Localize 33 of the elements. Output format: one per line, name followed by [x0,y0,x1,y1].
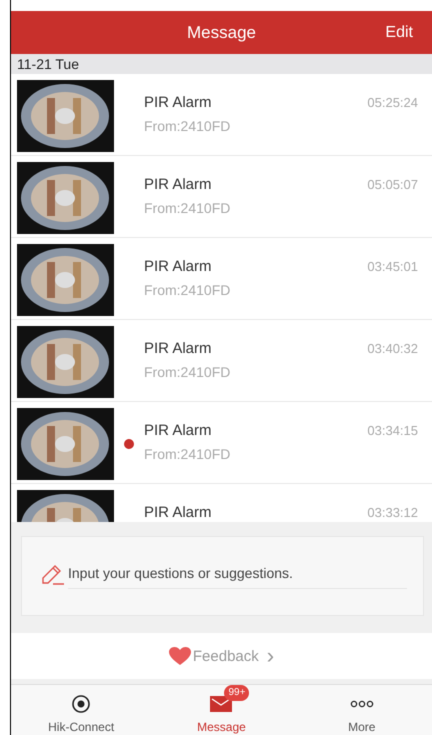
message-time: 05:05:07 [367,176,418,192]
message-time: 03:34:15 [367,422,418,438]
message-source: From:2410FD [144,200,232,216]
tab-item[interactable]: 99+ Message [151,685,292,735]
message-time: 03:45:01 [367,258,418,274]
heart-icon [168,646,191,666]
message-title: PIR Alarm [144,94,213,111]
feedback-field[interactable]: Input your questions or suggestions. [21,536,424,616]
header-title: Message [187,22,256,42]
message-source: From:2410FD [144,364,232,380]
message-source: From:2410FD [144,118,232,134]
tab-item[interactable]: More [292,685,432,735]
target-icon [71,694,92,714]
message-time: 03:40:32 [367,340,418,356]
more-icon [350,700,374,708]
edit-button[interactable]: Edit [385,24,413,42]
message-title: PIR Alarm [144,504,213,521]
count-badge: 99+ [224,685,250,701]
chevron-icon: › [266,645,274,667]
date-header: 11-21 Tue [11,54,432,74]
message-title: PIR Alarm [144,176,213,193]
feedback-label: Feedback [192,648,259,664]
message-title: PIR Alarm [144,340,213,357]
message-title: PIR Alarm [144,258,213,275]
envelope-icon [210,696,232,712]
pencil-icon [40,563,66,587]
input-field[interactable]: Input your questions or suggestions. [68,562,407,589]
message-source: From:2410FD [144,282,232,298]
message-title: PIR Alarm [144,422,213,439]
tab-item[interactable]: Hik-Connect [11,685,152,735]
message-time: 03:33:12 [367,504,418,520]
message-time: 05:25:24 [367,94,418,110]
message-source: From:2410FD [144,446,232,462]
